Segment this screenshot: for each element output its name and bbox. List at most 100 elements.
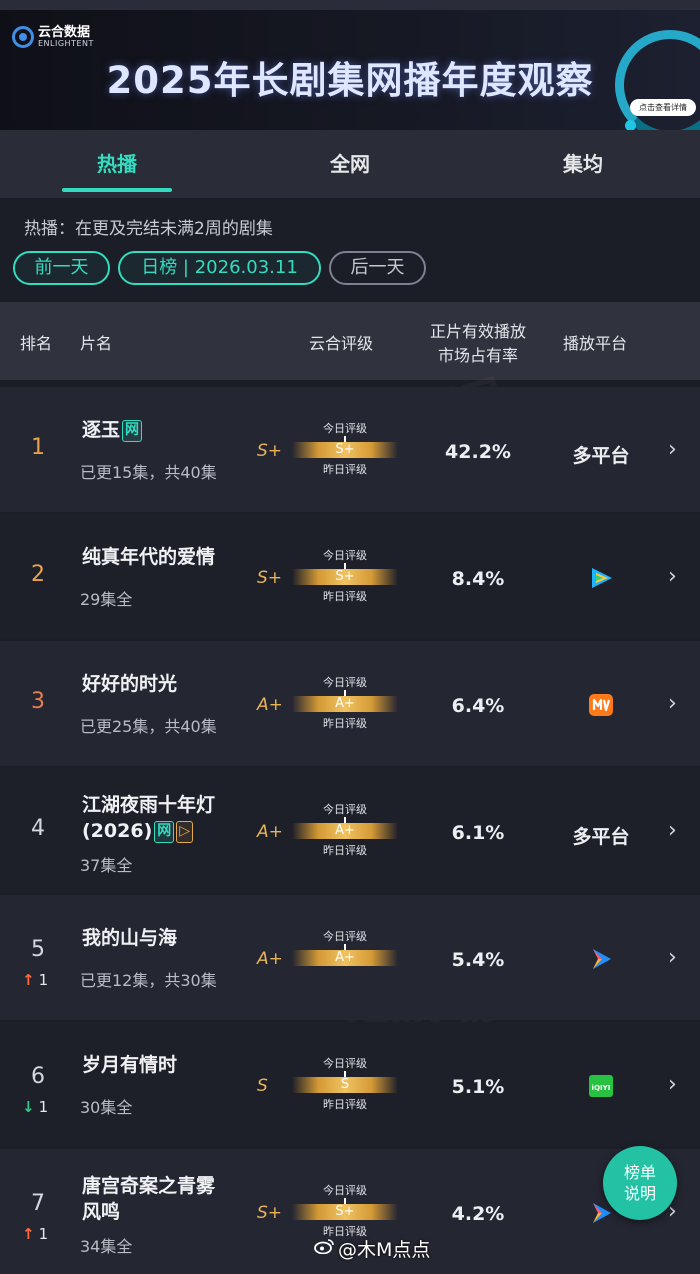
gauge-bar: A+ <box>292 823 398 839</box>
today-grade: S <box>340 1077 350 1092</box>
banner[interactable]: 云合数据 ENLIGHTENT 2025年长剧集网播年度观察 点击查看详情 <box>0 0 700 130</box>
rank-number: 1 <box>31 435 45 460</box>
watermark-text: @木M点点 <box>338 1239 431 1261</box>
youku-icon <box>587 945 615 977</box>
rank-change-value: 1 <box>38 1225 49 1243</box>
tab-all-network[interactable]: 全网 <box>233 148 467 177</box>
active-tab-indicator <box>62 188 172 192</box>
help-line2: 说明 <box>623 1184 656 1203</box>
table-row[interactable]: 2 纯真年代的爱情 29集全 S+ 今日评级 S+ 昨日评级 8.4% › <box>0 514 700 639</box>
grade-label: A+ <box>257 949 283 969</box>
show-title-text: 逐玉 <box>82 419 121 441</box>
episode-status: 已更12集，共30集 <box>80 971 217 990</box>
weibo-icon <box>314 1239 334 1254</box>
chevron-right-icon[interactable]: › <box>668 945 677 970</box>
show-title[interactable]: 岁月有情时 <box>82 1052 177 1078</box>
grade-label: S <box>257 1076 268 1096</box>
show-title-text: 纯真年代的爱情 <box>82 546 216 568</box>
logo-icon <box>12 26 34 48</box>
gauge-bar: S+ <box>292 1204 398 1220</box>
rating-gauge: 今日评级 S+ 昨日评级 <box>292 547 398 609</box>
episode-status: 37集全 <box>80 856 133 875</box>
enlightent-logo: 云合数据 ENLIGHTENT <box>12 26 94 48</box>
table-row[interactable]: 6 ↓ 1 岁月有情时 30集全 S 今日评级 S 昨日评级 5.1% iQIYI › <box>0 1022 700 1147</box>
next-day-button[interactable]: 后一天 <box>329 251 426 285</box>
yesterday-rating-label: 昨日评级 <box>323 844 367 857</box>
rank-change: ↓ 1 <box>22 1098 48 1116</box>
list-description: 热播：在更及完结未满2周的剧集 <box>24 219 273 239</box>
rank-number: 7 <box>31 1191 45 1216</box>
platform-label: 多平台 <box>572 826 630 848</box>
show-title-text: 好好的时光 <box>82 673 178 695</box>
tab-hot[interactable]: 热播 <box>0 148 234 177</box>
show-title[interactable]: 我的山与海 <box>82 925 177 951</box>
rank-number: 5 <box>31 937 45 962</box>
arrow-up-icon: ↑ <box>22 1225 35 1243</box>
today-rating-label: 今日评级 <box>323 422 367 435</box>
ring-dot-icon <box>625 120 636 130</box>
today-grade: S+ <box>335 442 355 457</box>
today-grade: S+ <box>335 569 355 584</box>
grade-label: S+ <box>257 1203 283 1223</box>
market-share: 5.1% <box>451 1076 505 1098</box>
market-share: 6.1% <box>451 822 505 844</box>
show-title[interactable]: 唐宫奇案之青雾 风鸣 <box>82 1173 215 1225</box>
chevron-right-icon[interactable]: › <box>668 564 677 589</box>
tab-bar: 热播 全网 集均 <box>0 130 700 198</box>
header-rank: 排名 <box>20 334 53 353</box>
ranking-help-button[interactable]: 榜单 说明 <box>603 1146 677 1220</box>
grade-label: A+ <box>257 822 283 842</box>
table-row[interactable]: 5 ↑ 1 我的山与海 已更12集，共30集 A+ 今日评级 A+ 5.4% › <box>0 895 700 1020</box>
today-rating-label: 今日评级 <box>323 676 367 689</box>
rating-gauge: 今日评级 S+ 昨日评级 <box>292 420 398 482</box>
web-drama-tag: 网 <box>122 420 143 442</box>
show-title[interactable]: 好好的时光 <box>82 671 177 697</box>
table-row[interactable]: 1 逐玉网已更15集，共40集 S+ 今日评级 S+ 昨日评级 42.2% 多平台 › <box>0 387 700 512</box>
date-selector[interactable]: 日榜 | 2026.03.11 <box>118 251 321 285</box>
grade-label: S+ <box>257 441 283 461</box>
table-row[interactable]: 3 好好的时光 已更25集，共40集 A+ 今日评级 A+ 昨日评级 6.4% › <box>0 641 700 766</box>
show-title-text-line2: (2026) <box>82 820 153 842</box>
show-title[interactable]: 逐玉网 <box>82 417 143 443</box>
arrow-down-icon: ↓ <box>22 1098 35 1116</box>
web-drama-tag: 网 <box>154 821 175 843</box>
show-title-text: 岁月有情时 <box>82 1054 178 1076</box>
banner-title: 2025年长剧集网播年度观察 <box>106 59 594 102</box>
show-title-text-line2: 风鸣 <box>82 1201 121 1223</box>
grade-label: S+ <box>257 568 283 588</box>
show-title[interactable]: 江湖夜雨十年灯 (2026) 网 ▷ <box>82 792 215 844</box>
chevron-right-icon[interactable]: › <box>668 437 677 462</box>
rank-number: 4 <box>31 816 45 841</box>
view-details-button[interactable]: 点击查看详情 <box>630 99 696 116</box>
chevron-right-icon[interactable]: › <box>668 691 677 716</box>
play-tag-icon: ▷ <box>176 821 194 843</box>
gauge-bar: S+ <box>292 569 398 585</box>
today-rating-label: 今日评级 <box>323 803 367 816</box>
gauge-bar: A+ <box>292 696 398 712</box>
rating-gauge: 今日评级 A+ <box>292 928 398 990</box>
chevron-right-icon[interactable]: › <box>668 818 677 843</box>
help-line1: 榜单 <box>623 1163 656 1182</box>
yesterday-rating-label: 昨日评级 <box>323 1098 367 1111</box>
iqiyi-logo-text: iQIYI <box>592 1084 611 1092</box>
gauge-bar: S+ <box>292 442 398 458</box>
episode-status: 34集全 <box>80 1237 133 1256</box>
show-title[interactable]: 纯真年代的爱情 <box>82 544 215 570</box>
table-row[interactable]: 4 江湖夜雨十年灯 (2026) 网 ▷ 37集全 A+ 今日评级 A+ 昨日评级 6.1% 多平台 › <box>0 768 700 893</box>
rank-number: 6 <box>31 1064 45 1089</box>
episode-status: 29集全 <box>80 590 133 609</box>
table-header: 排名 片名 云合评级 正片有效播放 市场占有率 播放平台 <box>0 302 700 380</box>
today-rating-label: 今日评级 <box>323 1057 367 1070</box>
prev-day-button[interactable]: 前一天 <box>13 251 110 285</box>
episode-status: 30集全 <box>80 1098 133 1117</box>
header-name: 片名 <box>80 334 113 353</box>
yesterday-rating-label: 昨日评级 <box>323 590 367 603</box>
arrow-up-icon: ↑ <box>22 971 35 989</box>
tab-per-episode[interactable]: 集均 <box>466 148 700 177</box>
chevron-right-icon[interactable]: › <box>668 1072 677 1097</box>
market-share: 6.4% <box>451 695 505 717</box>
logo-text-en: ENLIGHTENT <box>38 39 94 48</box>
gauge-bar: S <box>292 1077 398 1093</box>
episode-status: 已更15集，共40集 <box>80 463 217 482</box>
logo-text-cn: 云合数据 <box>38 25 91 40</box>
